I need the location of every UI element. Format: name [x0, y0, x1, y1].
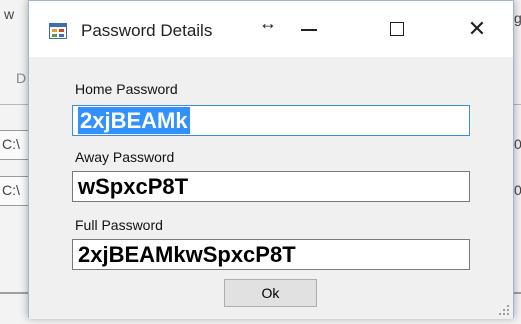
ok-button[interactable]: Ok: [224, 279, 317, 307]
away-password-field[interactable]: wSpxcP8T: [72, 171, 470, 202]
close-button[interactable]: ✕: [453, 1, 501, 57]
dialog-title: Password Details: [81, 21, 213, 40]
dialog-body: Home Password 2xjBEAMk Away Password wSp…: [29, 57, 513, 319]
background-text-fragment: C:\: [2, 136, 20, 152]
home-password-label: Home Password: [75, 81, 178, 97]
title-bar[interactable]: Password Details ↔ ✕: [29, 1, 513, 57]
minimize-icon: [301, 29, 317, 31]
minimize-button[interactable]: [285, 1, 333, 57]
background-text-fragment: 0: [514, 136, 521, 152]
app-form-icon: [49, 23, 67, 39]
home-password-field[interactable]: 2xjBEAMk: [72, 105, 470, 136]
background-text-fragment: g: [514, 10, 521, 26]
background-text-fragment: 0: [514, 182, 521, 198]
background-text-fragment: C:\: [2, 182, 20, 198]
full-password-field[interactable]: 2xjBEAMkwSpxcP8T: [72, 239, 470, 270]
home-password-value: 2xjBEAMk: [78, 107, 190, 134]
resize-cursor-icon: ↔: [259, 13, 277, 33]
background-text-fragment: D: [16, 70, 27, 86]
maximize-button[interactable]: [373, 1, 421, 57]
full-password-value: 2xjBEAMkwSpxcP8T: [78, 242, 296, 267]
background-text-fragment: w: [4, 6, 15, 22]
full-password-label: Full Password: [75, 217, 163, 233]
maximize-icon: [390, 22, 404, 36]
away-password-value: wSpxcP8T: [78, 174, 189, 199]
resize-grip-icon[interactable]: [499, 305, 509, 315]
away-password-label: Away Password: [75, 149, 175, 165]
password-details-dialog: Password Details ↔ ✕ Home Password 2xjBE…: [28, 0, 514, 319]
close-icon: ✕: [467, 16, 487, 41]
